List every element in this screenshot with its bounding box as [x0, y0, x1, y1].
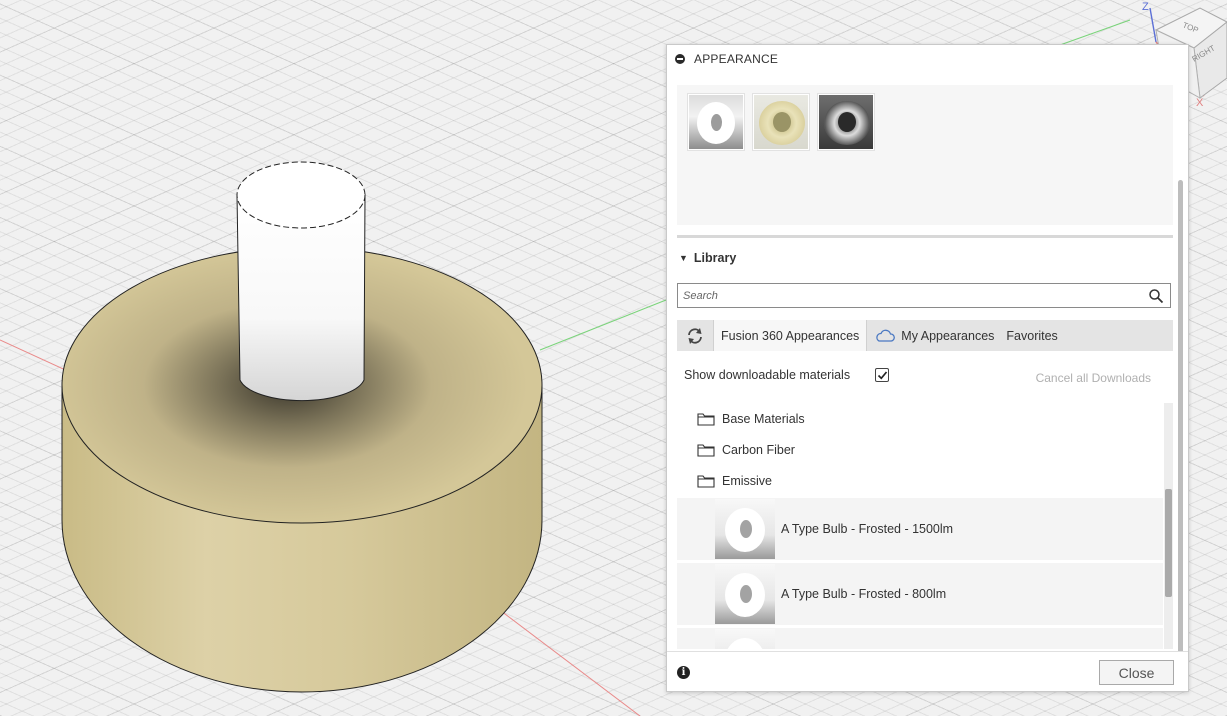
material-name: A Type Bulb - Frosted - 1500lm: [781, 522, 954, 536]
panel-header[interactable]: APPEARANCE: [667, 45, 1188, 73]
show-downloadable-checkbox[interactable]: [875, 368, 890, 382]
show-downloadable-label: Show downloadable materials: [684, 368, 851, 382]
bulb-material-icon: [715, 629, 775, 649]
library-tabs: Fusion 360 Appearances My Appearances Fa…: [677, 320, 1173, 351]
library-section-header[interactable]: ▼ Library: [679, 251, 736, 265]
list-scrollbar[interactable]: [1164, 403, 1173, 649]
material-thumb-chrome-ring[interactable]: [817, 93, 875, 151]
y-axis-line: [539, 299, 667, 351]
folder-carbon-fiber[interactable]: Carbon Fiber: [677, 434, 1163, 465]
chrome-ring-swatch-icon: [819, 95, 873, 149]
white-bulb-swatch-icon: [689, 95, 743, 149]
refresh-button[interactable]: [677, 320, 713, 351]
search-icon[interactable]: [1148, 288, 1164, 304]
folder-label: Emissive: [722, 473, 773, 488]
appearance-panel: APPEARANCE ▼ Library Search Fusion 360 A…: [666, 44, 1189, 692]
axis-z-label: Z: [1142, 1, 1149, 13]
library-heading: Library: [693, 251, 737, 265]
tab-my-appearances[interactable]: My Appearances: [867, 320, 1000, 351]
folder-base-materials[interactable]: Base Materials: [677, 403, 1163, 434]
material-thumb-cream-ring[interactable]: [752, 93, 810, 151]
refresh-icon: [688, 327, 702, 344]
folder-emissive[interactable]: Emissive: [677, 465, 1163, 496]
list-scrollbar-thumb[interactable]: [1165, 489, 1172, 597]
material-item[interactable]: A Type Bulb - Frosted - 1500lm: [677, 498, 1163, 560]
search-box[interactable]: [677, 283, 1171, 308]
info-icon[interactable]: i: [677, 666, 690, 679]
cream-ring-swatch-icon: [754, 95, 808, 149]
material-thumb-white-bulb[interactable]: [687, 93, 745, 151]
bulb-material-icon: [715, 564, 775, 624]
tab-favorites[interactable]: Favorites: [1000, 320, 1063, 351]
material-name: A Type Bulb - Frosted - 800lm: [781, 587, 947, 601]
folder-icon: [697, 412, 715, 426]
panel-footer: i Close: [667, 651, 1188, 691]
collapse-icon[interactable]: [675, 54, 685, 64]
folder-label: Carbon Fiber: [722, 442, 795, 457]
axis-x-label: X: [1196, 97, 1204, 109]
library-list: Base Materials Carbon Fiber Emissive A T…: [677, 403, 1163, 649]
tab-fusion-360-appearances[interactable]: Fusion 360 Appearances: [713, 320, 868, 351]
show-downloadable-row: Show downloadable materials: [684, 368, 890, 382]
panel-scrollbar[interactable]: [1178, 180, 1183, 660]
expand-triangle-icon: ▼: [679, 253, 688, 263]
cancel-all-downloads-link[interactable]: Cancel all Downloads: [1036, 371, 1151, 385]
folder-icon: [697, 443, 715, 457]
folder-label: Base Materials: [722, 411, 805, 426]
material-item[interactable]: [677, 628, 1163, 649]
panel-title: APPEARANCE: [694, 52, 779, 66]
search-input[interactable]: [678, 284, 1138, 307]
cloud-icon: [876, 329, 896, 342]
close-button[interactable]: Close: [1099, 660, 1174, 685]
material-item[interactable]: A Type Bulb - Frosted - 800lm: [677, 563, 1163, 625]
panel-divider[interactable]: [677, 235, 1173, 238]
tab-my-appearances-label: My Appearances: [901, 328, 995, 343]
in-model-materials: [677, 85, 1173, 225]
bulb-material-icon: [715, 499, 775, 559]
checkmark-icon: [877, 371, 888, 380]
folder-open-icon: [697, 474, 715, 488]
pin-cylinder-top-selected[interactable]: [236, 161, 366, 229]
